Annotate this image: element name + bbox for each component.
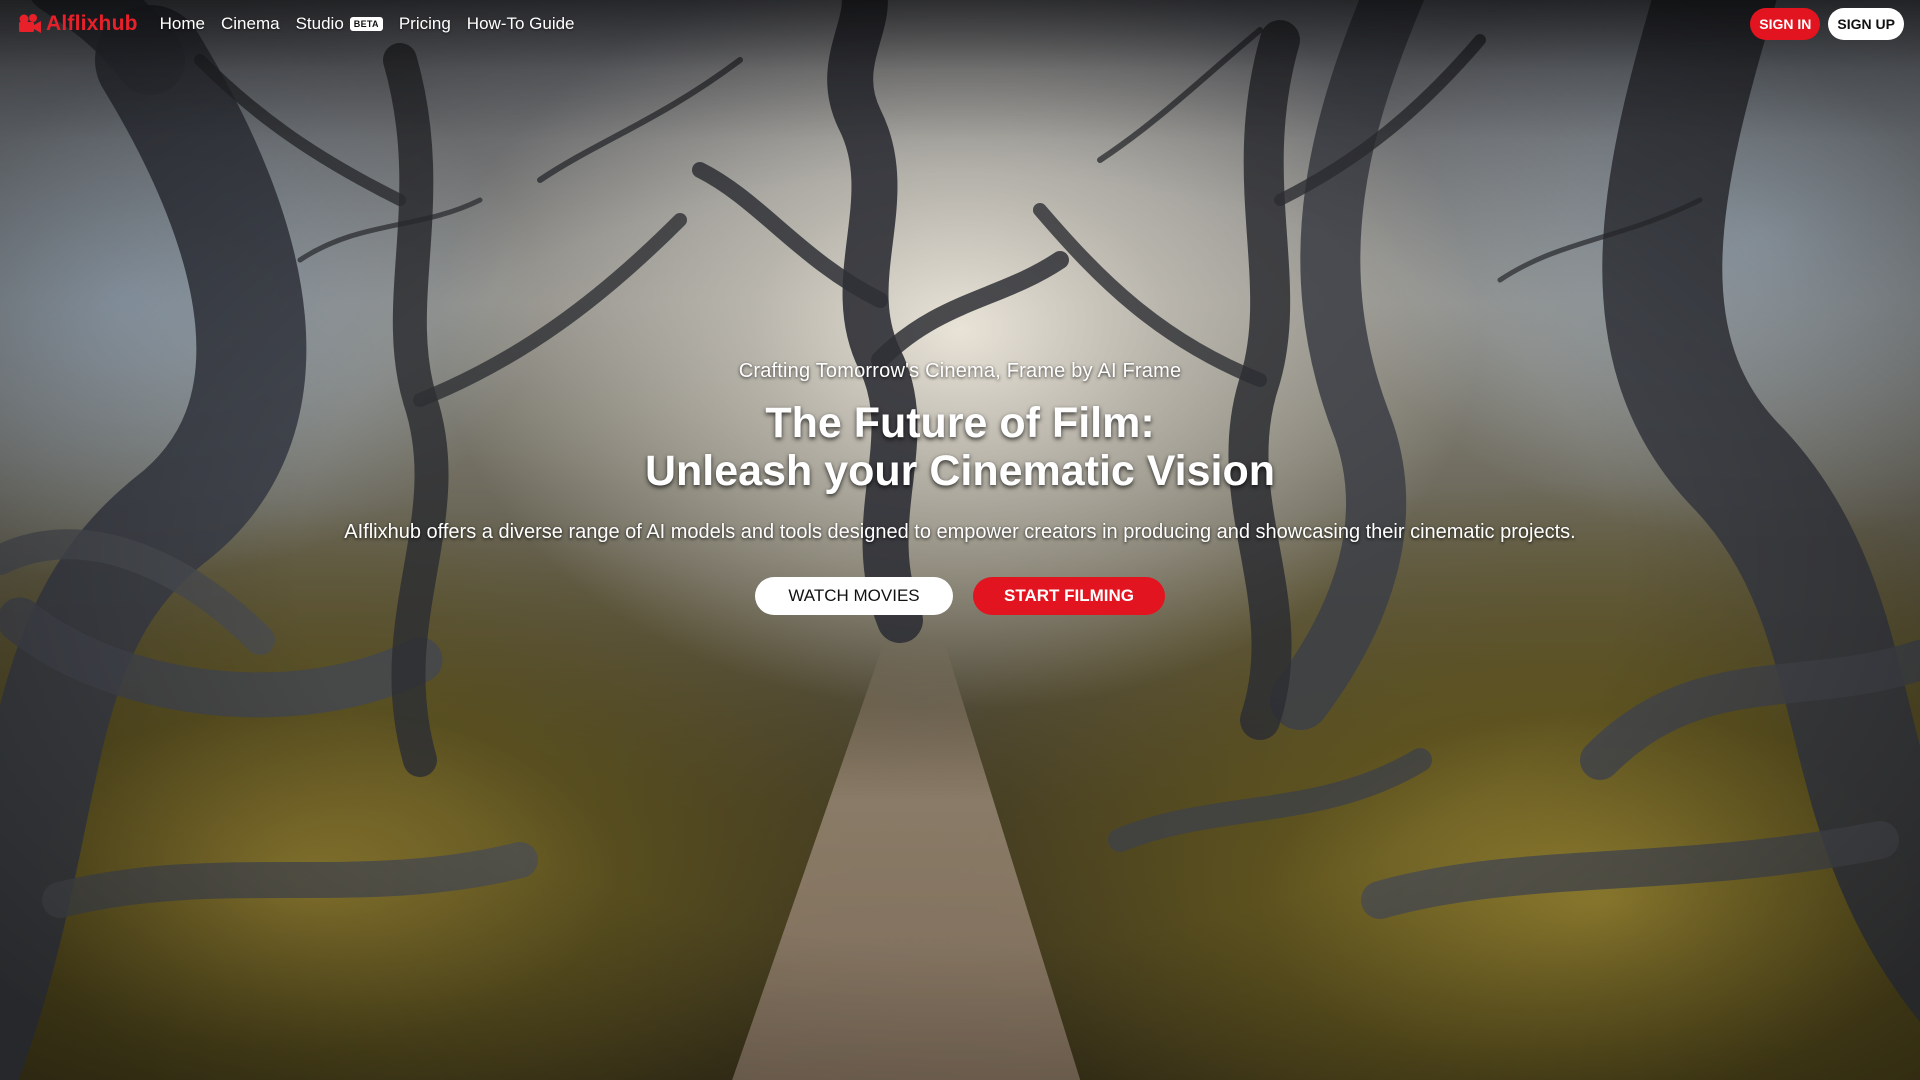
- watch-movies-button[interactable]: WATCH MOVIES: [755, 577, 953, 615]
- nav-link-label: Pricing: [398, 14, 451, 33]
- nav-link-studio[interactable]: Studio BETA: [296, 14, 383, 34]
- beta-badge: BETA: [349, 17, 383, 31]
- film-logo-icon: [19, 14, 41, 33]
- nav-link-home[interactable]: Home: [160, 14, 205, 34]
- hero-description: AIflixhub offers a diverse range of AI m…: [344, 521, 1576, 543]
- nav-link-label: How-To Guide: [466, 14, 575, 33]
- nav-link-label: Cinema: [220, 14, 280, 33]
- hero-content: Crafting Tomorrow's Cinema, Frame by AI …: [0, 360, 1920, 615]
- nav-link-how-to-guide[interactable]: How-To Guide: [467, 14, 575, 34]
- start-filming-button[interactable]: START FILMING: [973, 577, 1165, 615]
- sign-up-button[interactable]: SIGN UP: [1828, 8, 1904, 40]
- sign-in-button[interactable]: SIGN IN: [1750, 8, 1821, 40]
- nav-links: Home Cinema Studio BETA Pricing How-To G…: [160, 14, 575, 34]
- nav-link-label: Studio: [295, 14, 344, 33]
- hero-title: The Future of Film: Unleash your Cinemat…: [0, 399, 1920, 495]
- brand-name: Alflixhub: [46, 12, 138, 35]
- hero-tagline: Crafting Tomorrow's Cinema, Frame by AI …: [738, 360, 1182, 382]
- nav-link-label: Home: [159, 14, 205, 33]
- hero-title-line-2: Unleash your Cinematic Vision: [644, 447, 1276, 495]
- brand-logo[interactable]: Alflixhub: [16, 12, 138, 36]
- auth-buttons: SIGN IN SIGN UP: [1750, 8, 1904, 40]
- hero-section: Alflixhub Home Cinema Studio BETA Pricin…: [0, 0, 1920, 1080]
- hero-title-line-1: The Future of Film:: [765, 399, 1155, 447]
- nav-link-cinema[interactable]: Cinema: [221, 14, 280, 34]
- nav-link-pricing[interactable]: Pricing: [399, 14, 451, 34]
- top-navigation-bar: Alflixhub Home Cinema Studio BETA Pricin…: [0, 0, 1920, 48]
- cta-buttons: WATCH MOVIES START FILMING: [0, 577, 1920, 615]
